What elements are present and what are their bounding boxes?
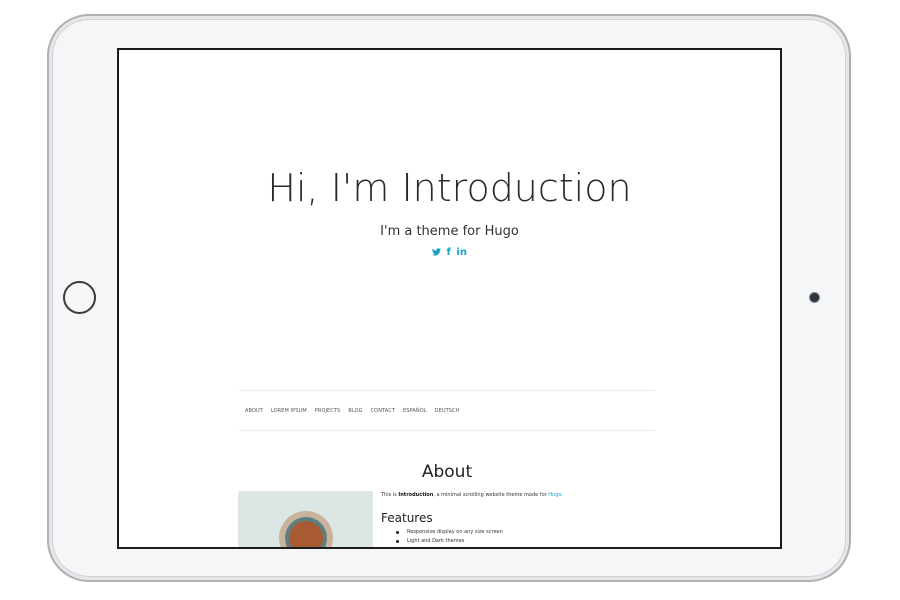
nav-item-deutsch[interactable]: DEUTSCH: [435, 408, 460, 414]
about-heading: About: [421, 462, 473, 482]
list-item: Responsive display on any size screen: [381, 528, 503, 537]
social-links: f in: [119, 247, 780, 258]
intro-prefix: This is: [381, 492, 399, 498]
home-button[interactable]: [63, 281, 96, 314]
features-heading: Features: [381, 511, 433, 525]
list-item: Light and Dark themes: [381, 537, 503, 546]
linkedin-icon[interactable]: in: [456, 247, 467, 258]
nav-item-blog[interactable]: BLOG: [348, 408, 362, 414]
about-intro: This is Introduction, a minimal scrollin…: [381, 492, 563, 498]
intro-middle: , a minimal scrolling website theme made…: [433, 492, 549, 498]
hugo-link[interactable]: Hugo: [548, 492, 561, 498]
intro-bold: Introduction: [398, 492, 434, 498]
about-image: [238, 491, 373, 547]
hero-title: Hi, I'm Introduction: [267, 166, 632, 210]
features-list: Responsive display on any size screen Li…: [381, 528, 503, 546]
nav-item-about[interactable]: ABOUT: [245, 408, 263, 414]
hero-subtitle: I'm a theme for Hugo: [380, 224, 519, 239]
nav-item-contact[interactable]: CONTACT: [371, 408, 395, 414]
nav-item-lorem-ipsum[interactable]: LOREM IPSUM: [271, 408, 307, 414]
screen: Hi, I'm Introduction I'm a theme for Hug…: [117, 48, 782, 549]
camera-icon: [810, 293, 819, 302]
intro-suffix: .: [561, 492, 563, 498]
twitter-icon[interactable]: [432, 247, 444, 258]
nav-item-espanol[interactable]: ESPAÑOL: [403, 408, 427, 414]
facebook-icon[interactable]: f: [447, 247, 451, 258]
nav-item-projects[interactable]: PROJECTS: [315, 408, 341, 414]
main-nav: ABOUT LOREM IPSUM PROJECTS BLOG CONTACT …: [239, 390, 655, 431]
